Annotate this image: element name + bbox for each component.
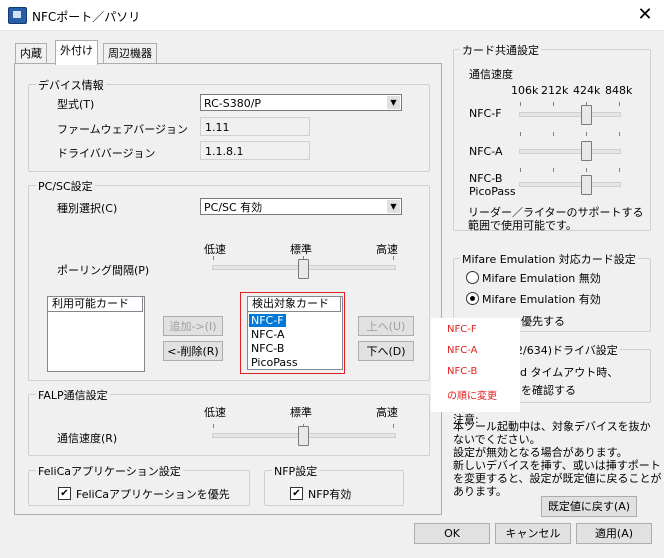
target-card-item[interactable]: NFC-B — [249, 342, 286, 355]
slider-tick — [393, 256, 394, 260]
close-icon[interactable]: ✕ — [630, 3, 660, 27]
device-info-legend: デバイス情報 — [36, 77, 106, 93]
nfc-b-slider-thumb[interactable] — [581, 175, 592, 195]
slider-tick — [619, 168, 620, 172]
type-select-value: PC/SC 有効 — [204, 201, 263, 214]
cancel-button[interactable]: キャンセル — [495, 523, 571, 544]
slider-tick — [213, 256, 214, 260]
mifare-enabled-radio[interactable] — [466, 292, 479, 305]
type-select[interactable]: PC/SC 有効 ▼ — [200, 198, 402, 215]
polling-low-label: 低速 — [204, 243, 226, 256]
slider-tick — [619, 132, 620, 136]
nfc-b-picopass-label: NFC-B PicoPass — [469, 172, 516, 198]
nfc-a-slider-thumb[interactable] — [581, 141, 592, 161]
nfc-f-label: NFC-F — [469, 107, 502, 120]
speed-848k: 848k — [605, 84, 633, 97]
firmware-label: ファームウェアバージョン — [57, 123, 189, 136]
nfp-legend: NFP設定 — [272, 463, 320, 479]
title-bar: NFCポート／パソリ ✕ — [0, 0, 664, 31]
restore-defaults-button[interactable]: 既定値に戻す(A) — [541, 496, 637, 517]
slider-tick — [553, 132, 554, 136]
speed-424k: 424k — [573, 84, 601, 97]
mifare-disabled-label: Mifare Emulation 無効 — [482, 272, 601, 285]
model-value: RC-S380/P — [204, 97, 262, 110]
pcsc-legend: PC/SC設定 — [36, 178, 95, 194]
falp-speed-label: 通信速度(R) — [57, 432, 118, 445]
annotation-line: NFC-A — [447, 345, 478, 356]
type-select-label: 種別選択(C) — [57, 202, 118, 215]
felica-app-legend: FeliCaアプリケーション設定 — [36, 463, 183, 479]
nfc-a-label: NFC-A — [469, 145, 503, 158]
driver-confirm-text: を確認する — [521, 384, 576, 397]
mifare-legend: Mifare Emulation 対応カード設定 — [460, 251, 638, 267]
add-button[interactable]: 追加->(I) — [163, 316, 223, 336]
tab-external[interactable]: 外付け — [55, 40, 98, 65]
mifare-disabled-radio[interactable] — [466, 271, 479, 284]
card-common-legend: カード共通設定 — [460, 42, 541, 58]
model-label: 型式(T) — [57, 98, 95, 111]
falp-group — [28, 394, 430, 456]
firmware-value: 1.11 — [200, 117, 310, 136]
slider-tick — [520, 102, 521, 106]
driver-setting-legend: 2/634)ドライバ設定 — [514, 342, 620, 358]
falp-low-label: 低速 — [204, 406, 226, 419]
tab-peripherals[interactable]: 周辺機器 — [103, 43, 157, 64]
speed-106k: 106k — [511, 84, 539, 97]
falp-high-label: 高速 — [376, 406, 398, 419]
annotation-line: NFC-F — [447, 324, 477, 335]
felica-priority-checkbox[interactable]: ✔ — [58, 487, 71, 500]
nfc-f-slider-thumb[interactable] — [581, 105, 592, 125]
remove-button[interactable]: <-削除(R) — [163, 341, 223, 361]
available-cards-header: 利用可能カード — [47, 296, 143, 312]
mifare-enabled-label: Mifare Emulation 有効 — [482, 293, 601, 306]
slider-tick — [553, 168, 554, 172]
window-title: NFCポート／パソリ — [32, 10, 141, 24]
slider-tick — [619, 102, 620, 106]
ok-button[interactable]: OK — [414, 523, 490, 544]
annotation-line: NFC-B — [447, 366, 478, 377]
polling-high-label: 高速 — [376, 243, 398, 256]
target-card-item[interactable]: PicoPass — [249, 356, 300, 369]
support-note: リーダー／ライターのサポートする 範囲で使用可能です。 — [468, 206, 644, 232]
falp-std-label: 標準 — [290, 406, 312, 419]
notice-text: 本ツール起動中は、対象デバイスを抜か ないでください。 設定が無効となる場合があ… — [453, 420, 662, 498]
falp-legend: FALP通信設定 — [36, 387, 110, 403]
move-up-button[interactable]: 上へ(U) — [358, 316, 414, 336]
nfc-a-slider-track[interactable] — [519, 149, 621, 154]
target-card-item[interactable]: NFC-F — [249, 314, 286, 327]
app-icon — [8, 7, 27, 24]
nfp-label: NFP有効 — [308, 488, 352, 501]
tab-internal[interactable]: 内蔵 — [15, 43, 47, 64]
slider-tick — [393, 424, 394, 428]
slider-tick — [520, 132, 521, 136]
slider-tick — [586, 168, 587, 172]
falp-slider-thumb[interactable] — [298, 426, 309, 446]
polling-std-label: 標準 — [290, 243, 312, 256]
mifare-priority-text: 優先する — [521, 315, 565, 328]
nfc-f-slider-track[interactable] — [519, 112, 621, 117]
polling-interval-label: ポーリング間隔(P) — [57, 264, 150, 277]
slider-tick — [553, 102, 554, 106]
polling-slider-thumb[interactable] — [298, 259, 309, 279]
speed-heading: 通信速度 — [469, 68, 513, 81]
annotation-line: の順に変更 — [447, 391, 497, 402]
slider-tick — [520, 168, 521, 172]
move-down-button[interactable]: 下へ(D) — [358, 341, 414, 361]
driver-version-label: ドライババージョン — [57, 147, 156, 160]
slider-tick — [586, 132, 587, 136]
target-cards-header: 検出対象カード — [247, 296, 341, 312]
nfp-checkbox[interactable]: ✔ — [290, 487, 303, 500]
model-select[interactable]: RC-S380/P ▼ — [200, 94, 402, 111]
driver-version-value: 1.1.8.1 — [200, 141, 310, 160]
speed-212k: 212k — [541, 84, 569, 97]
dropdown-arrow-icon: ▼ — [387, 200, 400, 213]
slider-tick — [213, 424, 214, 428]
felica-priority-label: FeliCaアプリケーションを優先 — [76, 488, 230, 501]
driver-timeout-text: d タイムアウト時、 — [520, 366, 619, 379]
nfc-b-slider-track[interactable] — [519, 182, 621, 187]
dropdown-arrow-icon: ▼ — [387, 96, 400, 109]
apply-button[interactable]: 適用(A) — [576, 523, 652, 544]
target-card-item[interactable]: NFC-A — [249, 328, 287, 341]
